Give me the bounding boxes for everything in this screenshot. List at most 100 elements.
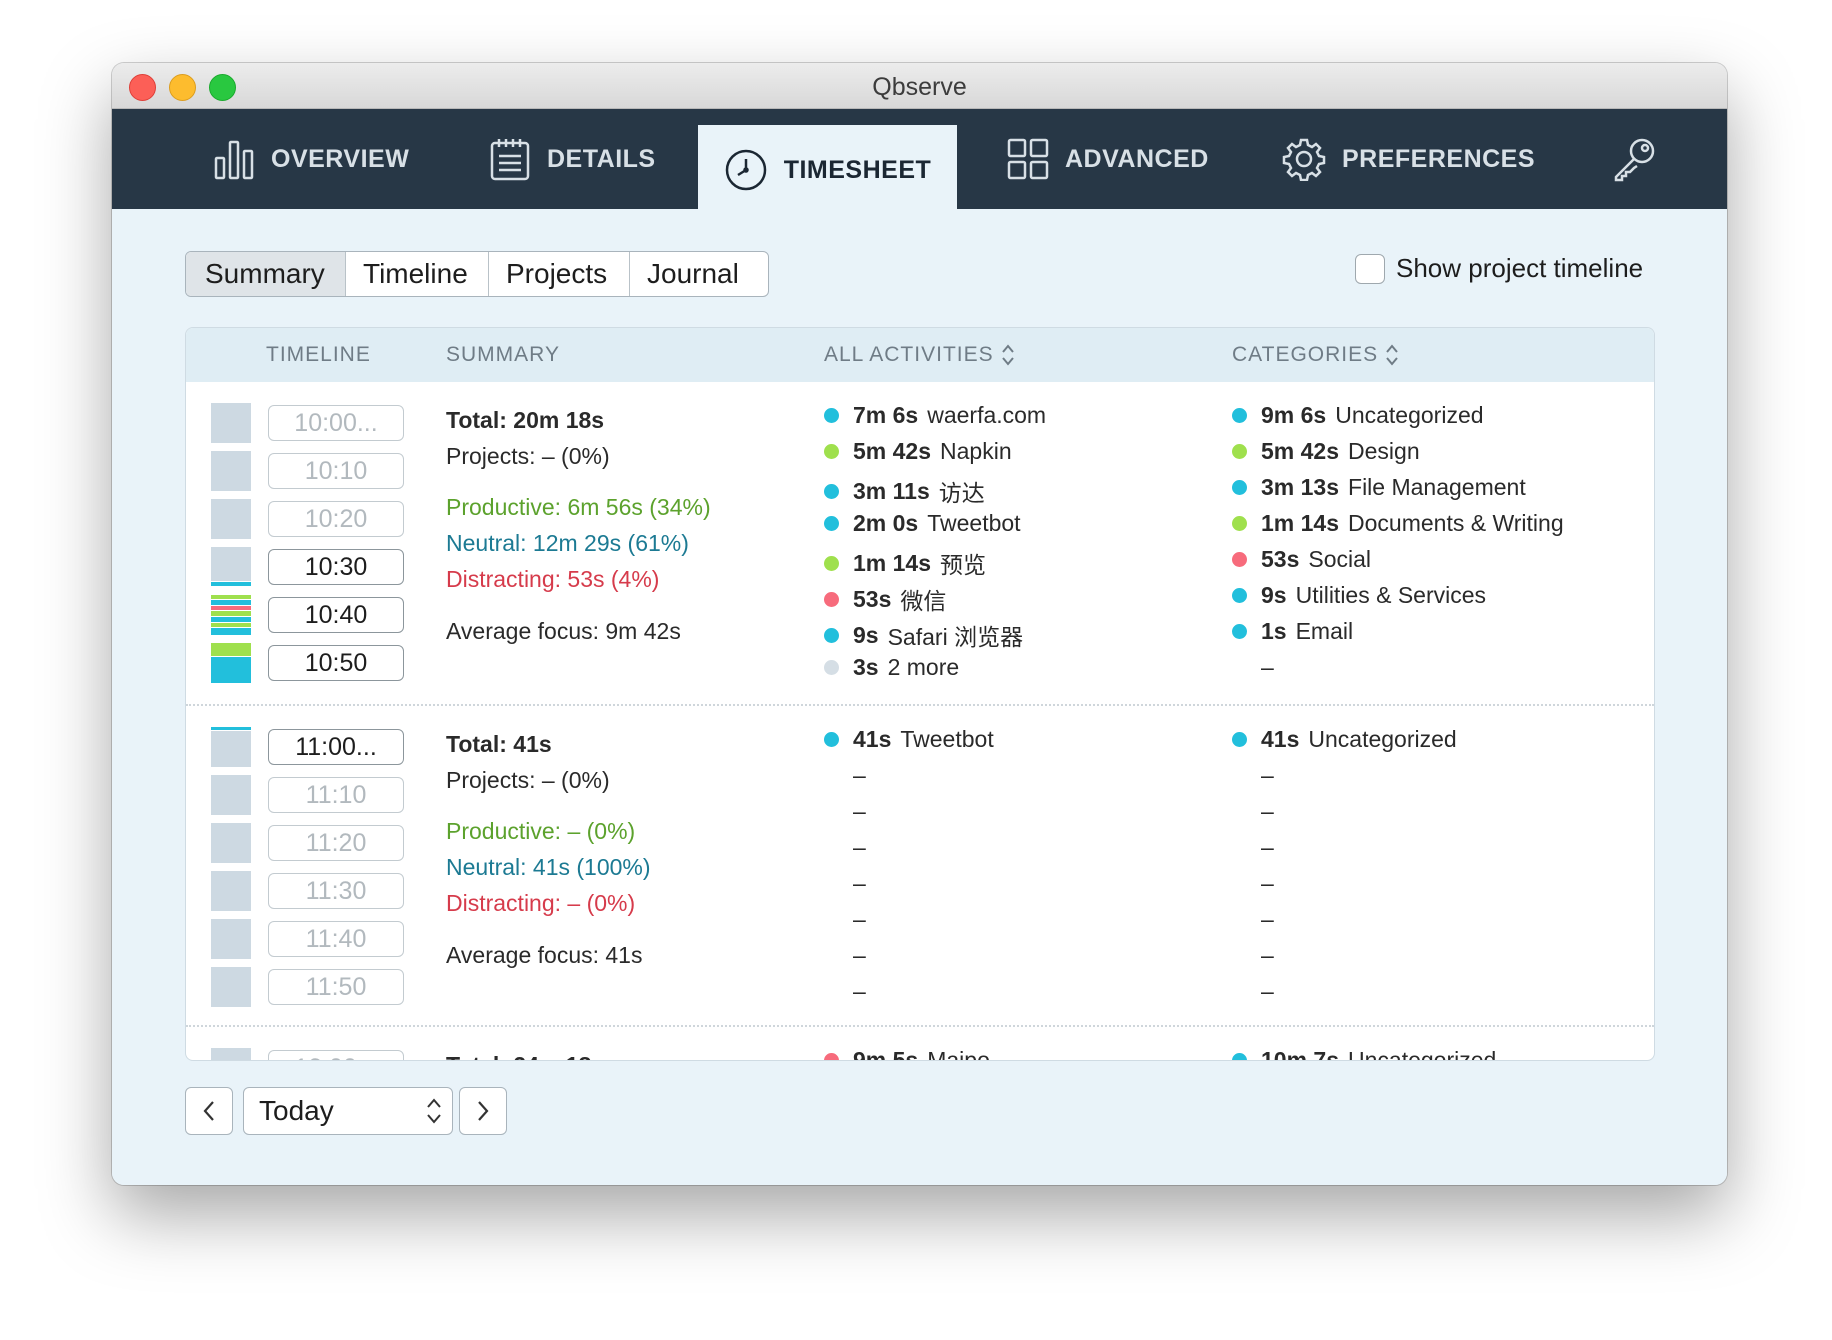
tab-preferences[interactable]: PREFERENCES — [1282, 109, 1535, 209]
summary-average-focus: Average focus: 41s — [446, 942, 643, 968]
activity-item[interactable]: 3m 11s 访达 — [824, 474, 985, 508]
category-item[interactable]: 5m 42s Design — [1232, 438, 1420, 465]
title-bar: Qbserve — [112, 63, 1727, 109]
tab-timesheet[interactable]: TIMESHEET — [698, 125, 957, 215]
time-slot-button[interactable]: 11:50 — [268, 969, 404, 1005]
category-item[interactable]: 9m 6s Uncategorized — [1232, 402, 1484, 429]
tab-overview[interactable]: OVERVIEW — [213, 109, 409, 209]
previous-day-button[interactable] — [185, 1087, 233, 1135]
category-item[interactable]: 1m 14s Documents & Writing — [1232, 510, 1564, 537]
summary-distracting: Distracting: 53s (4%) — [446, 566, 660, 592]
timeline-strip-segment — [211, 1048, 251, 1060]
time-slot-button[interactable]: 10:20 — [268, 501, 404, 537]
activity-item[interactable]: 7m 6s waerfa.com — [824, 402, 1046, 429]
timeline-strip-segment — [211, 643, 251, 683]
view-tab-summary[interactable]: Summary — [186, 252, 346, 296]
activity-color-dot — [824, 555, 839, 571]
tab-license[interactable] — [1612, 109, 1674, 209]
category-item[interactable]: 53s Social — [1232, 546, 1371, 573]
time-slot-button[interactable]: 10:50 — [268, 645, 404, 681]
activity-item[interactable]: 9m 5s Maipo — [824, 1047, 990, 1060]
activity-item[interactable]: 5m 42s Napkin — [824, 438, 1012, 465]
activity-item[interactable]: 9s Safari 浏览器 — [824, 618, 1023, 652]
activity-item[interactable]: 3s 2 more — [824, 654, 959, 681]
activity-time: 9s — [853, 621, 879, 648]
category-item[interactable]: 3m 13s File Management — [1232, 474, 1526, 501]
activity-name: Napkin — [940, 438, 1012, 464]
date-select-value: Today — [259, 1095, 334, 1126]
time-slot-button[interactable]: 10:40 — [268, 597, 404, 633]
category-item[interactable]: 9s Utilities & Services — [1232, 582, 1486, 609]
category-name: File Management — [1348, 474, 1526, 500]
activity-color-dot — [824, 483, 839, 499]
column-header-categories[interactable]: CATEGORIES — [1232, 343, 1399, 367]
show-project-timeline-checkbox[interactable] — [1355, 253, 1385, 284]
category-item[interactable]: 41s Uncategorized — [1232, 726, 1457, 753]
date-select[interactable]: Today — [243, 1087, 453, 1135]
column-header-timeline-label: TIMELINE — [266, 343, 371, 366]
view-switcher: Summary Timeline Projects Journal — [185, 251, 769, 297]
summary-total: Total: 20m 18s — [446, 407, 605, 433]
time-slot-button[interactable]: 12:00... — [268, 1050, 404, 1060]
show-project-timeline-toggle[interactable]: Show project timeline — [1355, 253, 1643, 284]
gear-icon — [1282, 138, 1326, 181]
table-body[interactable]: 10:00... 10:10 10:20 10:30 10:40 10:50 T… — [186, 382, 1654, 1060]
time-slot-button[interactable]: 11:40 — [268, 921, 404, 957]
timeline-strip-segment — [211, 403, 251, 443]
view-tab-projects[interactable]: Projects — [489, 252, 630, 296]
hour-row: 11:00... 11:10 11:20 11:30 11:40 11:50 T… — [186, 706, 1654, 1026]
view-tab-timeline[interactable]: Timeline — [346, 252, 489, 296]
activity-color-dot — [824, 408, 839, 423]
time-slot-button[interactable]: 11:30 — [268, 873, 404, 909]
timesheet-content: Summary Timeline Projects Journal Show p… — [112, 209, 1727, 1185]
category-color-dot — [1232, 588, 1247, 603]
activity-time: 9m 5s — [853, 1047, 919, 1060]
category-item[interactable]: 1s Email — [1232, 618, 1353, 645]
category-name: Uncategorized — [1308, 726, 1457, 752]
timeline-strip-segment — [211, 595, 251, 635]
activity-item[interactable]: 1m 14s 预览 — [824, 546, 986, 580]
next-day-button[interactable] — [459, 1087, 507, 1135]
category-name: Utilities & Services — [1295, 582, 1487, 608]
summary-distracting: Distracting: – (0%) — [446, 890, 636, 916]
empty-activity-dash: – — [853, 762, 866, 788]
activity-item[interactable]: 53s 微信 — [824, 582, 946, 616]
tab-timesheet-label: TIMESHEET — [783, 155, 932, 184]
tab-advanced-label: ADVANCED — [1065, 144, 1209, 173]
summary-projects: Projects: – (0%) — [446, 443, 610, 469]
notepad-icon — [490, 139, 530, 181]
category-time: 9m 6s — [1261, 402, 1327, 428]
time-slot-button[interactable]: 11:20 — [268, 825, 404, 861]
tab-details[interactable]: DETAILS — [489, 109, 656, 209]
category-color-dot — [1232, 552, 1247, 567]
tab-advanced[interactable]: ADVANCED — [1007, 109, 1209, 209]
empty-activity-dash: – — [853, 978, 866, 1004]
timeline-strip-segment — [211, 919, 251, 959]
activity-time: 5m 42s — [853, 438, 932, 464]
view-tab-journal[interactable]: Journal — [630, 252, 768, 296]
summary-average-focus: Average focus: 9m 42s — [446, 618, 681, 644]
summary-productive: Productive: – (0%) — [446, 818, 636, 844]
activity-color-dot — [824, 660, 839, 675]
category-name: Email — [1295, 618, 1354, 644]
time-slot-button[interactable]: 10:00... — [268, 405, 404, 441]
summary-neutral: Neutral: 41s (100%) — [446, 854, 651, 880]
timeline-strip-segment — [211, 451, 251, 491]
activity-time: 3m 11s — [853, 477, 930, 504]
category-item[interactable]: 10m 7s Uncategorized — [1232, 1047, 1496, 1060]
column-header-activities[interactable]: ALL ACTIVITIES — [824, 343, 1015, 367]
time-slot-button[interactable]: 10:30 — [268, 549, 404, 585]
time-slot-button[interactable]: 11:10 — [268, 777, 404, 813]
time-slot-button[interactable]: 11:00... — [268, 729, 404, 765]
activity-name: Safari 浏览器 — [887, 624, 1024, 650]
time-slot-button[interactable]: 10:10 — [268, 453, 404, 489]
app-window: Qbserve OVERVIEW DETAILS TIMESHEET ADVAN… — [112, 63, 1727, 1185]
category-color-dot — [1232, 624, 1247, 639]
activity-item[interactable]: 41s Tweetbot — [824, 726, 994, 753]
activity-item[interactable]: 2m 0s Tweetbot — [824, 510, 1021, 537]
category-color-dot — [1232, 408, 1247, 423]
timesheet-table: TIMELINE SUMMARY ALL ACTIVITIES CATEGORI… — [185, 327, 1655, 1061]
summary-total: Total: 24m 18s — [446, 1052, 604, 1060]
empty-category-dash: – — [1261, 906, 1274, 932]
activity-time: 2m 0s — [853, 510, 919, 536]
